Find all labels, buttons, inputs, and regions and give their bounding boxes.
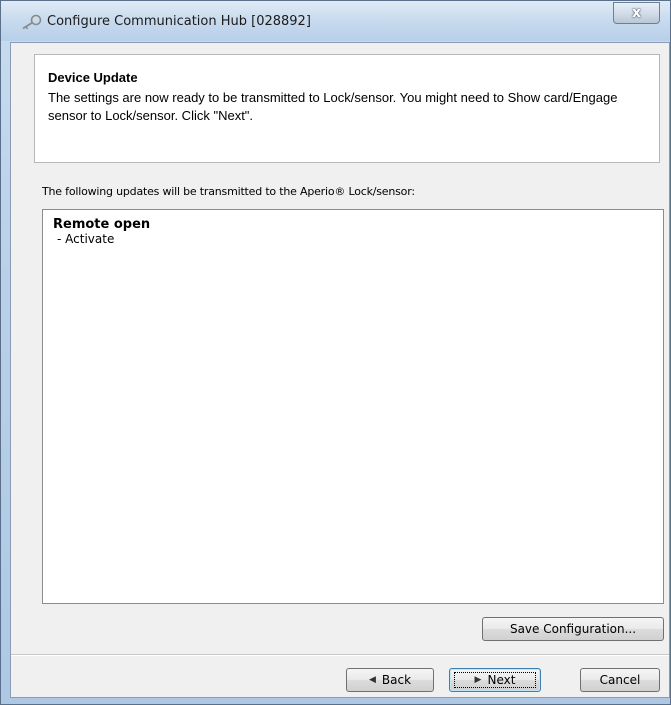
header-panel: Device Update The settings are now ready…	[34, 54, 660, 163]
triangle-left-icon: ◀	[368, 675, 376, 685]
list-item: Remote open - Activate	[53, 217, 653, 247]
save-configuration-label: Save Configuration...	[509, 622, 637, 636]
back-button[interactable]: ◀ Back	[346, 668, 434, 692]
dialog-content: Device Update The settings are now ready…	[10, 42, 670, 698]
header-description: The settings are now ready to be transmi…	[48, 90, 618, 123]
focus-rectangle	[454, 672, 536, 688]
back-label: Back	[381, 673, 412, 687]
save-configuration-button[interactable]: Save Configuration...	[482, 617, 664, 641]
close-button[interactable]: x	[613, 2, 660, 24]
title-bar[interactable]: Configure Communication Hub [028892] x	[1, 1, 670, 41]
update-detail: - Activate	[57, 232, 115, 246]
window-title: Configure Communication Hub [028892]	[47, 14, 311, 29]
updates-list[interactable]: Remote open - Activate	[42, 209, 664, 604]
cancel-button[interactable]: Cancel	[580, 668, 660, 692]
key-icon	[21, 14, 43, 30]
dialog-window: Configure Communication Hub [028892] x D…	[0, 0, 671, 705]
divider	[11, 654, 669, 656]
update-title: Remote open	[53, 217, 151, 232]
updates-label: The following updates will be transmitte…	[42, 185, 415, 198]
cancel-label: Cancel	[599, 673, 641, 687]
next-button[interactable]: ▶ Next	[449, 668, 541, 692]
close-icon: x	[631, 5, 642, 21]
header-title: Device Update	[48, 70, 138, 85]
